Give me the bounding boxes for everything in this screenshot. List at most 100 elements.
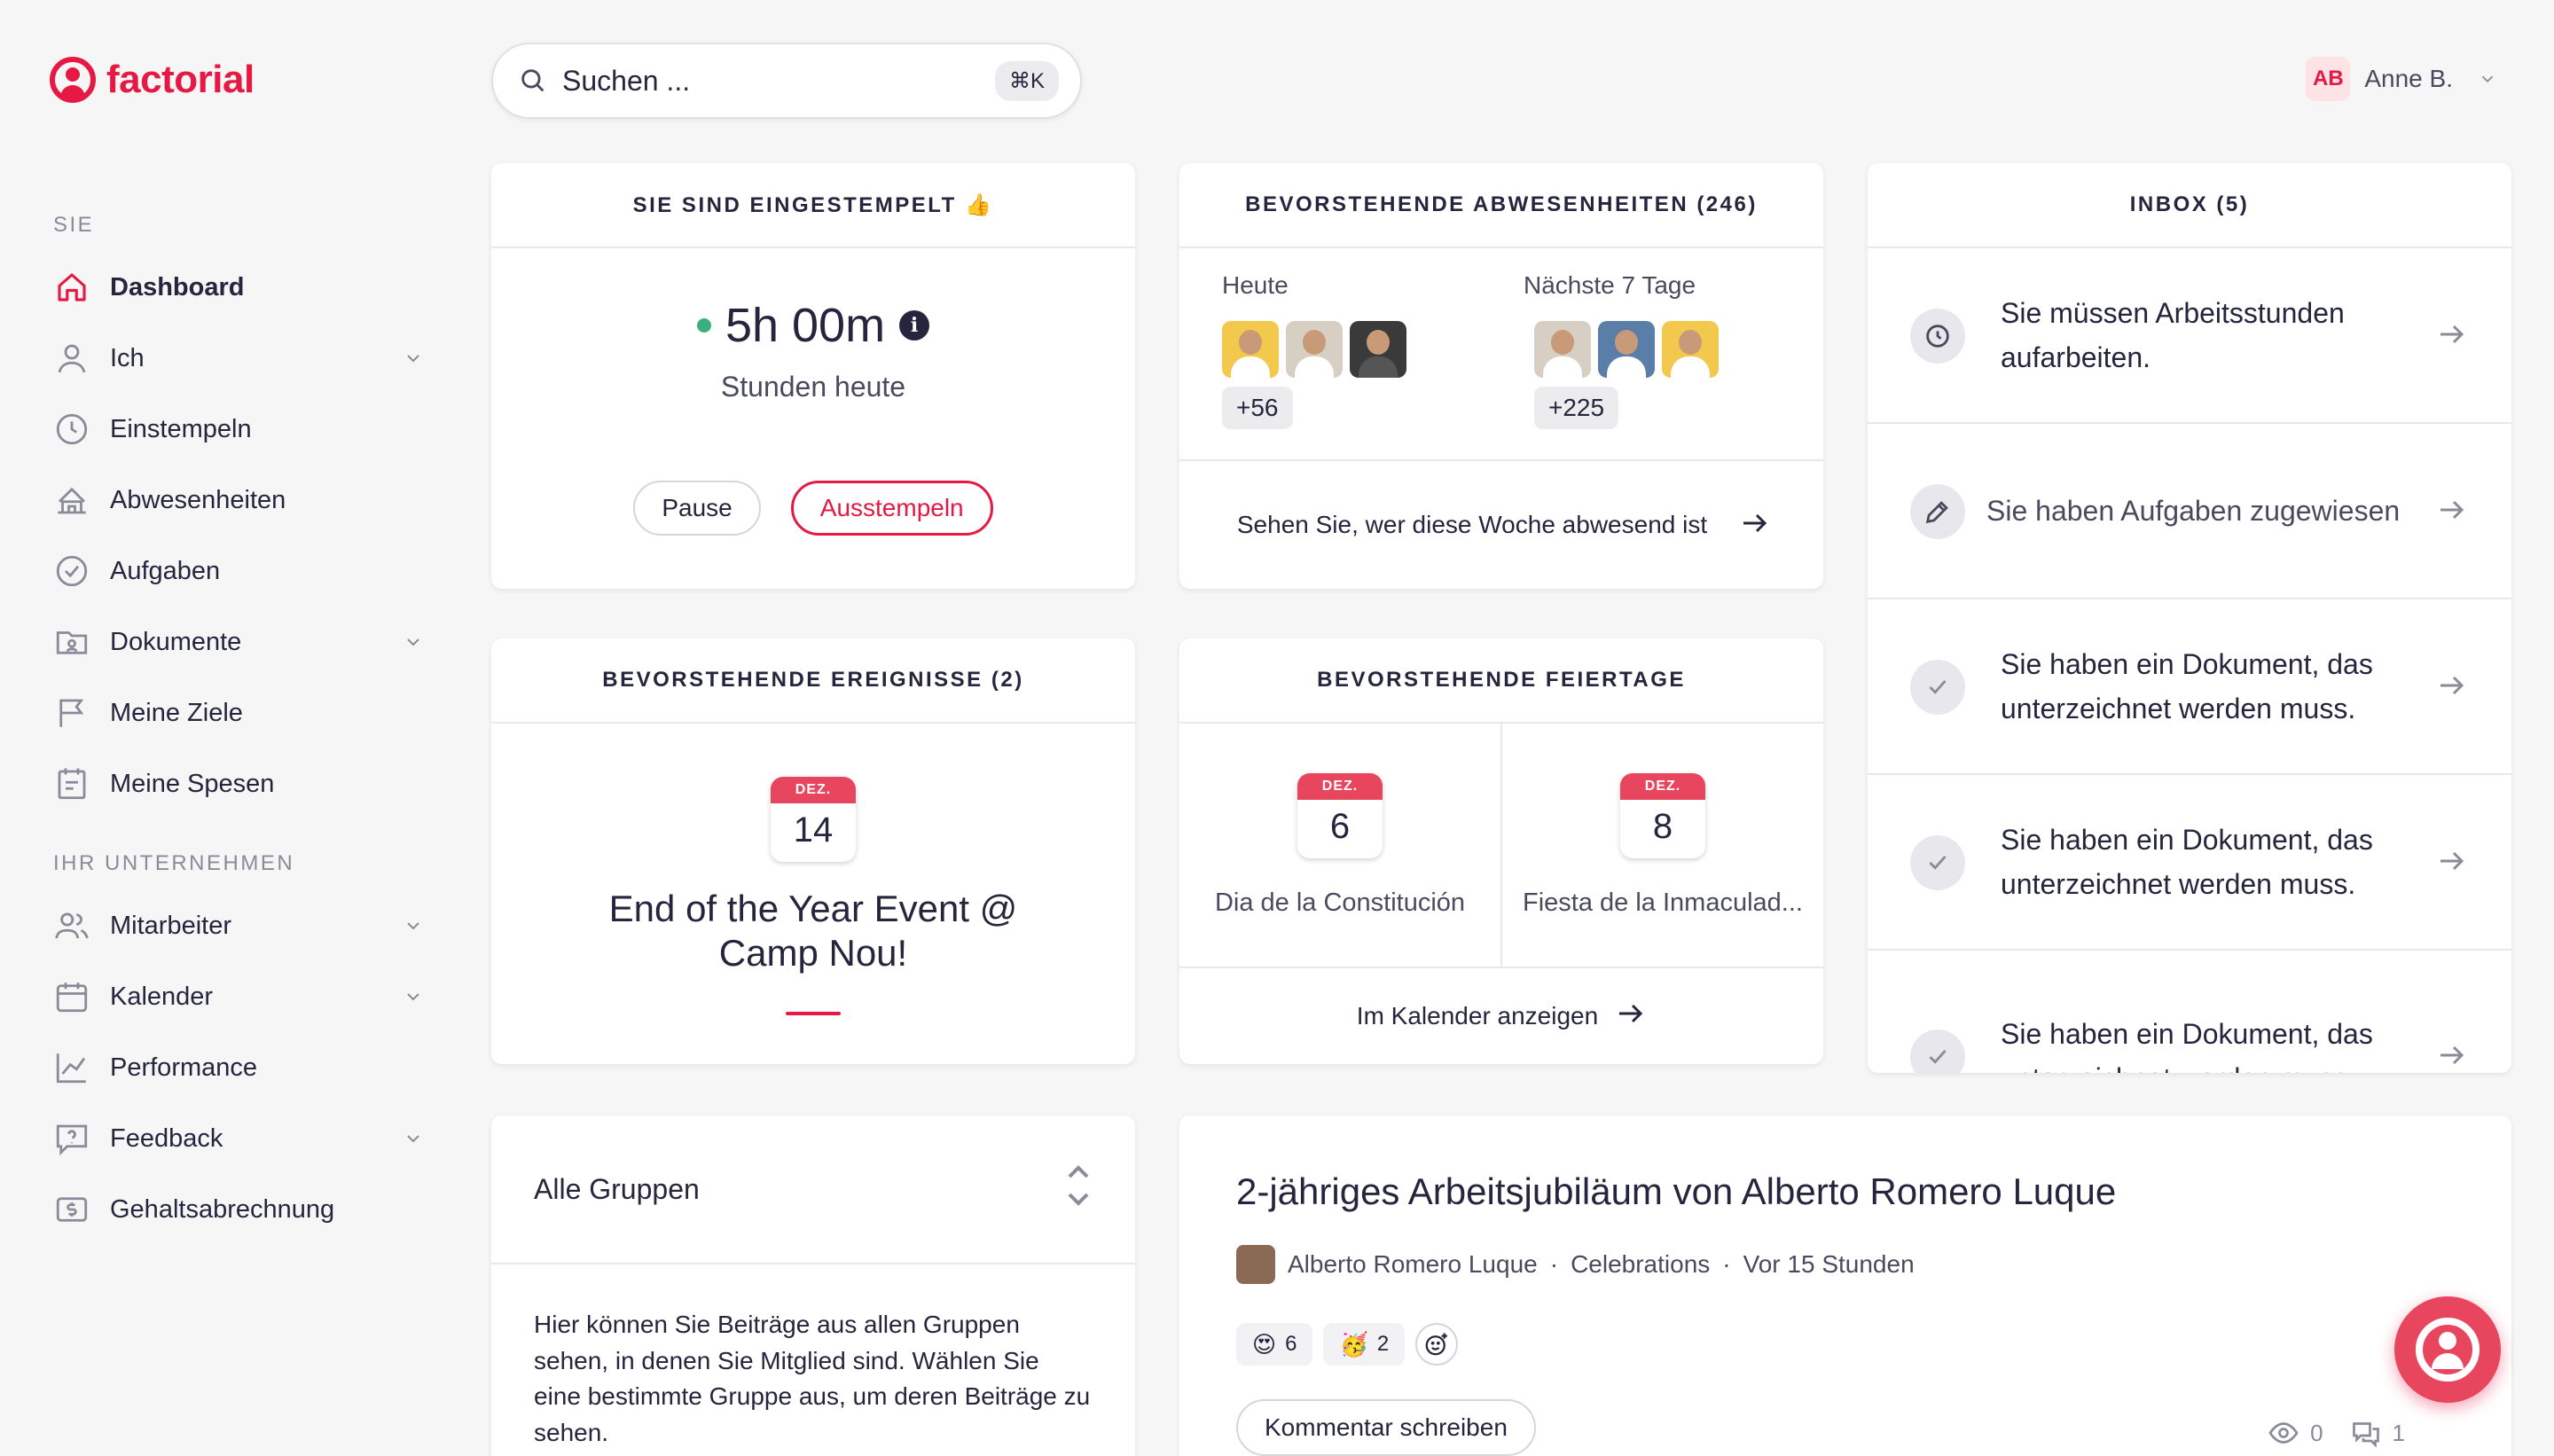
search-input[interactable]: Suchen ... ⌘K <box>491 43 1082 119</box>
inbox-item-text: Sie müssen Arbeitsstunden aufarbeiten. <box>2001 297 2345 373</box>
absences-footer-text: Sehen Sie, wer diese Woche abwesend ist <box>1236 511 1708 539</box>
reaction-count: 2 <box>1376 1332 1390 1356</box>
holiday-item: DEZ. 8 Fiesta de la Inmaculad... <box>1500 724 1823 967</box>
feedback-icon <box>51 1118 92 1159</box>
absences-footer-link[interactable]: Sehen Sie, wer diese Woche abwesend ist <box>1179 459 1823 589</box>
inbox-item[interactable]: Sie haben ein Dokument, das unterzeichne… <box>1868 777 2511 951</box>
sidebar-item-meine-spesen[interactable]: Meine Spesen <box>51 757 424 810</box>
write-comment-button[interactable]: Kommentar schreiben <box>1236 1399 1536 1456</box>
arrow-right-icon <box>1738 507 1770 544</box>
upcoming-absences-card: BEVORSTEHENDE ABWESENHEITEN (246) Heute … <box>1179 163 1823 589</box>
sidebar-item-einstempeln[interactable]: Einstempeln <box>51 403 424 456</box>
sidebar-item-aufgaben[interactable]: Aufgaben <box>51 544 424 598</box>
sidebar-item-mitarbeiter[interactable]: Mitarbeiter <box>51 899 424 952</box>
chevron-down-icon[interactable] <box>403 348 424 369</box>
arrow-right-icon <box>2435 494 2467 530</box>
event-item[interactable]: DEZ. 14 End of the Year Event @ Camp Nou… <box>491 777 1135 1015</box>
group-selector[interactable]: Alle Gruppen <box>491 1115 1135 1264</box>
views-count: 0 <box>2310 1419 2323 1446</box>
sidebar-item-performance[interactable]: Performance <box>51 1041 424 1094</box>
receipt-icon <box>51 763 92 804</box>
clock-out-button[interactable]: Ausstempeln <box>790 481 993 536</box>
inbox-item[interactable]: Sie müssen Arbeitsstunden aufarbeiten. <box>1868 250 2511 424</box>
inbox-item-text: Sie haben ein Dokument, das unterzeichne… <box>2001 648 2373 724</box>
event-title: End of the Year Event @ Camp Nou! <box>608 888 1018 975</box>
check-icon <box>1910 660 1965 715</box>
post-time: Vor 15 Stunden <box>1743 1250 1915 1278</box>
avatar[interactable] <box>1598 321 1655 378</box>
upcoming-holidays-card: BEVORSTEHENDE FEIERTAGE DEZ. 6 Dia de la… <box>1179 638 1823 1064</box>
arrow-right-icon <box>2435 318 2467 355</box>
sidebar-item-dokumente[interactable]: Dokumente <box>51 615 424 669</box>
avatar[interactable] <box>1222 321 1279 378</box>
sidebar-item-dashboard[interactable]: Dashboard <box>51 261 424 314</box>
flag-icon <box>51 693 92 733</box>
check-icon <box>1910 835 1965 890</box>
author-avatar[interactable] <box>1236 1245 1275 1284</box>
avatar[interactable] <box>1286 321 1343 378</box>
check-circle-icon <box>51 551 92 591</box>
inbox-item-text: Sie haben Aufgaben zugewiesen <box>1986 495 2401 528</box>
sidebar-item-abwesenheiten[interactable]: Abwesenheiten <box>51 474 424 527</box>
inbox-card: INBOX (5) Sie müssen Arbeitsstunden aufa… <box>1868 163 2511 1073</box>
comments-count: 1 <box>2392 1419 2405 1446</box>
sidebar: factorial SIE Dashboard Ich Einstempeln … <box>0 0 461 1456</box>
sidebar-item-label: Kalender <box>110 982 214 1011</box>
calendar-link[interactable]: Im Kalender anzeigen <box>1179 967 1823 1064</box>
absences-week-more[interactable]: +225 <box>1534 387 1619 429</box>
avatar[interactable] <box>1534 321 1591 378</box>
groups-description: Hier können Sie Beiträge aus allen Grupp… <box>534 1311 1091 1446</box>
inbox-item[interactable]: Sie haben Aufgaben zugewiesen <box>1868 426 2511 599</box>
calendar-icon <box>51 976 92 1017</box>
reactions-bar: 😍 6 🥳 2 <box>1236 1323 1459 1366</box>
absences-today-label: Heute <box>1222 271 1289 299</box>
calendar-date-tile: DEZ. 6 <box>1297 773 1383 858</box>
calendar-date-tile: DEZ. 8 <box>1620 773 1705 858</box>
absences-today-more[interactable]: +56 <box>1222 387 1293 429</box>
add-emoji-icon <box>1425 1333 1448 1356</box>
add-reaction-button[interactable] <box>1415 1323 1459 1366</box>
comments-icon <box>2352 1422 2379 1448</box>
arrow-right-icon <box>2435 669 2467 706</box>
sidebar-item-label: Performance <box>110 1053 258 1082</box>
upcoming-events-card: BEVORSTEHENDE EREIGNISSE (2) DEZ. 14 End… <box>491 638 1135 1064</box>
hours-today-value: 5h 00m <box>725 299 886 352</box>
user-menu[interactable]: AB Anne B. <box>2306 57 2497 101</box>
factorial-logo[interactable]: factorial <box>50 57 255 103</box>
calendar-month: DEZ. <box>1620 773 1705 800</box>
sidebar-item-feedback[interactable]: Feedback <box>51 1112 424 1165</box>
post-card: 2-jähriges Arbeitsjubiläum von Alberto R… <box>1179 1115 2511 1456</box>
card-title: BEVORSTEHENDE FEIERTAGE <box>1179 638 1823 724</box>
holiday-name: Dia de la Constitución <box>1214 888 1466 917</box>
people-icon <box>51 905 92 946</box>
sidebar-item-meine-ziele[interactable]: Meine Ziele <box>51 686 424 740</box>
avatar[interactable] <box>1662 321 1719 378</box>
reaction-party[interactable]: 🥳 2 <box>1323 1323 1406 1366</box>
reaction-heart-eyes[interactable]: 😍 6 <box>1236 1323 1313 1366</box>
sidebar-item-kalender[interactable]: Kalender <box>51 970 424 1023</box>
avatar[interactable] <box>1350 321 1406 378</box>
post-author[interactable]: Alberto Romero Luque <box>1288 1250 1538 1279</box>
calendar-link-text: Im Kalender anzeigen <box>1356 1002 1599 1029</box>
post-title[interactable]: 2-jähriges Arbeitsjubiläum von Alberto R… <box>1236 1170 2116 1213</box>
inbox-item[interactable]: Sie haben ein Dokument, das unterzeichne… <box>1868 601 2511 775</box>
info-icon[interactable]: i <box>899 310 930 341</box>
hours-today-label: Stunden heute <box>720 371 906 403</box>
calendar-date-tile: DEZ. 14 <box>771 777 856 862</box>
payroll-icon <box>51 1189 92 1230</box>
sidebar-item-ich[interactable]: Ich <box>51 332 424 385</box>
inbox-item[interactable]: Sie haben ein Dokument, das unterzeichne… <box>1868 952 2511 1073</box>
chevron-down-icon[interactable] <box>403 1128 424 1149</box>
chevron-down-icon[interactable] <box>403 631 424 653</box>
arrow-right-icon <box>2435 845 2467 881</box>
chevron-down-icon[interactable] <box>403 915 424 936</box>
post-group[interactable]: Celebrations <box>1571 1250 1710 1279</box>
search-icon <box>521 69 544 92</box>
absences-week: Nächste 7 Tage +225 <box>1524 271 1719 429</box>
arrow-right-icon <box>1614 998 1646 1036</box>
post-meta: Alberto Romero Luque · Celebrations · Vo… <box>1236 1245 1915 1284</box>
pause-button[interactable]: Pause <box>633 481 761 536</box>
sidebar-item-gehaltsabrechnung[interactable]: Gehaltsabrechnung <box>51 1183 424 1236</box>
chevron-down-icon[interactable] <box>403 986 424 1007</box>
help-chat-button[interactable] <box>2394 1296 2501 1403</box>
